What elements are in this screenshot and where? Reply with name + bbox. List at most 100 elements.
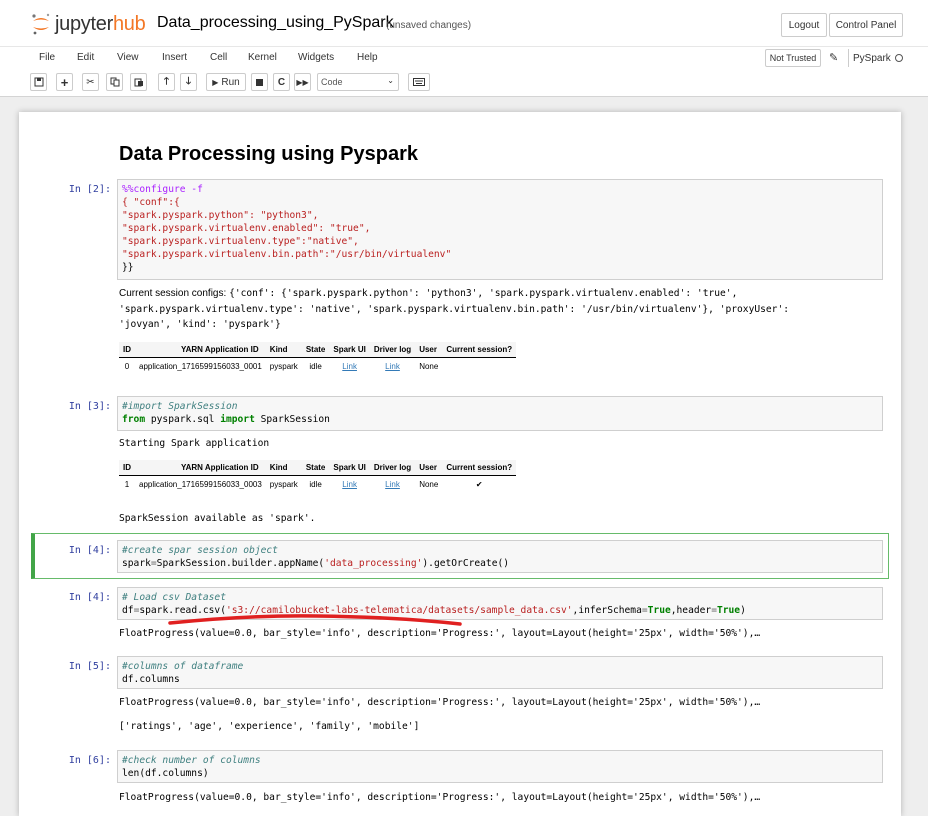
table-cell: None	[419, 480, 439, 489]
output-text: {'conf': {'spark.pyspark.python': 'pytho…	[229, 288, 738, 299]
paste-icon	[134, 78, 143, 87]
code-cell-count-columns[interactable]: #check number of columns len(df.columns)	[117, 750, 883, 783]
table-header: State	[301, 460, 330, 476]
run-button[interactable]: ▶ Run	[206, 73, 246, 91]
menu-view[interactable]: View	[117, 52, 139, 63]
code-line: #create spar session object	[122, 545, 278, 556]
table-header: Kind	[265, 342, 302, 358]
code-line: # Load csv Dataset	[122, 592, 226, 603]
output-line: 'jovyan', 'kind': 'pyspark'}	[119, 319, 281, 330]
table-header: YARN Application ID	[135, 460, 266, 476]
header: jupyterhub Data_processing_using_PySpark…	[0, 0, 928, 46]
move-down-button[interactable]: 🡓	[180, 73, 197, 91]
save-button[interactable]	[30, 73, 47, 91]
output-line: 'spark.pyspark.virtualenv.type': 'native…	[119, 304, 790, 315]
control-panel-button[interactable]: Control Panel	[829, 13, 903, 37]
code-cell-columns[interactable]: #columns of dataframe df.columns	[117, 656, 883, 689]
kernel-idle-icon	[894, 54, 903, 62]
code-line: from pyspark.sql import SparkSession	[122, 414, 330, 425]
table-header: Driver log	[369, 342, 416, 358]
cut-button[interactable]: ✂	[82, 73, 99, 91]
move-up-button[interactable]: 🡑	[158, 73, 175, 91]
menu-edit[interactable]: Edit	[77, 52, 94, 63]
table-header: State	[301, 342, 330, 358]
notebook-container: Data Processing using Pyspark In [2]: %%…	[19, 112, 901, 816]
copy-icon	[110, 77, 119, 87]
code-cell-configure[interactable]: %%configure -f { "conf":{ "spark.pyspark…	[117, 179, 883, 280]
table-cell: pyspark	[269, 362, 298, 371]
insert-cell-button[interactable]: +	[56, 73, 73, 91]
cell-prompt: In [4]:	[68, 545, 111, 556]
keyboard-icon	[413, 78, 425, 86]
scissors-icon: ✂	[86, 76, 95, 88]
restart-run-all-button[interactable]: ▶▶	[294, 73, 311, 91]
copy-button[interactable]	[106, 73, 123, 91]
table-row: 0 application_1716599156033_0001 pyspark…	[119, 358, 516, 376]
output-line: ['ratings', 'age', 'experience', 'family…	[119, 721, 420, 732]
menu-insert[interactable]: Insert	[162, 52, 187, 63]
code-line: "spark.pyspark.python": "python3",	[122, 210, 319, 221]
save-icon	[34, 77, 43, 87]
cell-prompt: In [6]:	[68, 755, 111, 766]
table-header-row: ID YARN Application ID Kind State Spark …	[119, 342, 517, 358]
red-underline-annotation	[168, 614, 462, 626]
not-trusted-button[interactable]: Not Trusted	[765, 49, 821, 67]
jupyter-logo-icon	[30, 12, 52, 36]
table-row: 1 application_1716599156033_0003 pyspark…	[119, 476, 516, 494]
code-line: spark=SparkSession.builder.appName('data…	[122, 558, 510, 569]
table-cell: application_1716599156033_0001	[139, 362, 262, 371]
command-palette-button[interactable]	[408, 73, 430, 91]
code-line: #check number of columns	[122, 755, 261, 766]
menu-cell[interactable]: Cell	[210, 52, 227, 63]
notebook-title[interactable]: Data_processing_using_PySpark	[157, 14, 394, 32]
code-line: len(df.columns)	[122, 768, 209, 779]
restart-button[interactable]: C	[273, 73, 290, 91]
cell-prompt: In [3]:	[68, 401, 111, 412]
code-line: "spark.pyspark.virtualenv.bin.path":"/us…	[122, 249, 452, 260]
menubar: File Edit View Insert Cell Kernel Widget…	[0, 46, 928, 71]
logo-text-hub: hub	[112, 12, 146, 35]
session-table: ID YARN Application ID Kind State Spark …	[119, 342, 517, 376]
code-line: { "conf":{	[122, 197, 180, 208]
stop-icon	[256, 78, 263, 86]
jupyterhub-logo[interactable]: jupyterhub	[30, 10, 146, 38]
code-line: %%configure -f	[122, 184, 203, 195]
menu-widgets[interactable]: Widgets	[298, 52, 334, 63]
table-cell: application_1716599156033_0003	[139, 480, 262, 489]
menu-help[interactable]: Help	[357, 52, 378, 63]
driver-log-link[interactable]: Link	[385, 362, 400, 371]
paste-button[interactable]	[130, 73, 147, 91]
logout-button[interactable]: Logout	[781, 13, 827, 37]
code-cell-create-session[interactable]: #create spar session object spark=SparkS…	[117, 540, 883, 573]
run-label: Run	[221, 76, 240, 88]
table-header: User	[415, 342, 443, 358]
cell-type-select[interactable]: Code ⌄	[317, 73, 399, 91]
output-line: FloatProgress(value=0.0, bar_style='info…	[119, 697, 761, 708]
table-header: YARN Application ID	[135, 342, 266, 358]
code-line: #import SparkSession	[122, 401, 238, 412]
code-line: }}	[122, 262, 134, 273]
driver-log-link[interactable]: Link	[385, 480, 400, 489]
code-line: "spark.pyspark.virtualenv.type":"native"…	[122, 236, 359, 247]
table-header: ID	[119, 342, 135, 358]
table-cell: None	[419, 362, 439, 371]
output-line: Current session configs: {'conf': {'spar…	[119, 288, 737, 299]
code-cell-import[interactable]: #import SparkSession from pyspark.sql im…	[117, 396, 883, 431]
save-status: (unsaved changes)	[386, 20, 472, 31]
play-icon: ▶	[212, 77, 219, 87]
toolbar: + ✂ 🡑 🡓 ▶ Run C ▶▶ Code ⌄	[0, 70, 928, 97]
logo-text: jupyterhub	[55, 12, 146, 36]
spark-ui-link[interactable]: Link	[342, 362, 357, 371]
spark-ui-link[interactable]: Link	[342, 480, 357, 489]
plus-icon: +	[60, 74, 69, 90]
session-table: ID YARN Application ID Kind State Spark …	[119, 460, 517, 494]
table-cell: 1	[124, 480, 130, 489]
pencil-icon[interactable]: ✎	[829, 51, 838, 64]
table-cell: idle	[309, 362, 322, 371]
chevron-down-icon: ⌄	[387, 76, 394, 85]
interrupt-button[interactable]	[251, 73, 268, 91]
menu-file[interactable]: File	[39, 52, 55, 63]
menu-kernel[interactable]: Kernel	[248, 52, 277, 63]
output-label: Current session configs:	[119, 288, 227, 299]
fast-forward-icon: ▶▶	[296, 77, 309, 87]
